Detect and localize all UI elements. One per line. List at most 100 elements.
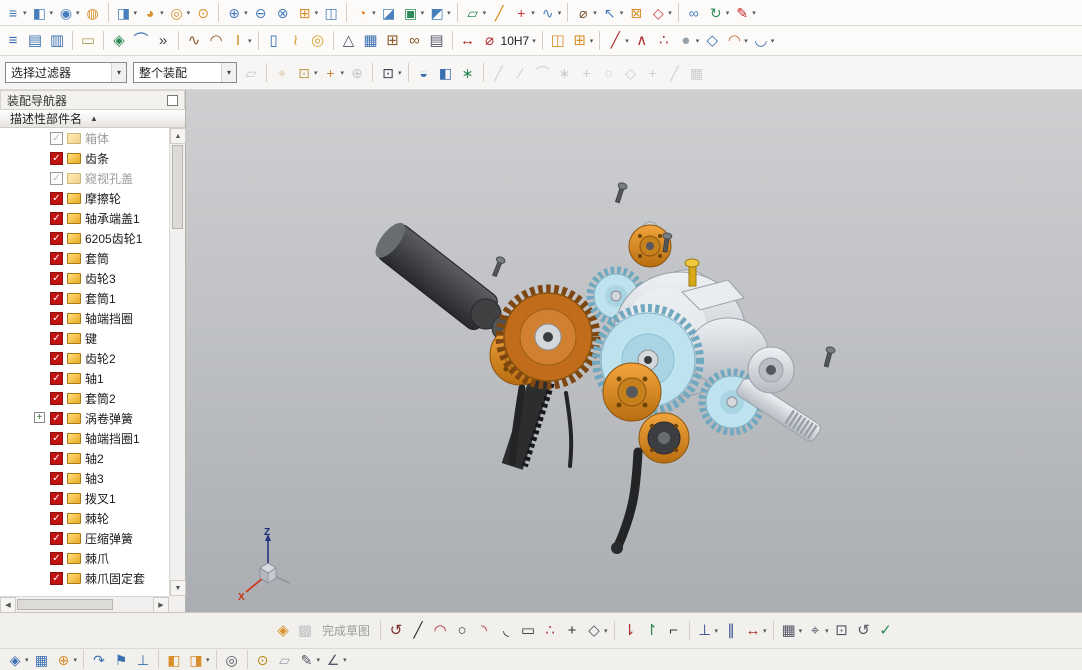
part-visibility-checkbox[interactable]: ✓ xyxy=(50,151,63,165)
revolve-icon[interactable]: ◕ ▾ xyxy=(139,2,166,24)
display-constraints-icon[interactable]: ▦ ▾ xyxy=(778,620,805,642)
part-visibility-checkbox[interactable]: ✓ xyxy=(50,291,63,305)
capsule-tool-icon[interactable]: ▯ xyxy=(263,30,285,52)
part-visibility-checkbox[interactable]: ✓ xyxy=(50,191,63,205)
cube-display-icon[interactable]: ◧ xyxy=(435,62,457,84)
geometric-constraints-icon[interactable]: ⊥ ▾ xyxy=(694,620,721,642)
pattern-feature-icon[interactable]: ⊞ ▾ xyxy=(294,2,321,24)
assembly-tree-row[interactable]: ✓ 轴端挡圈1 xyxy=(0,428,169,448)
line-tool-icon[interactable]: ╱ ▾ xyxy=(604,30,631,52)
vertical-scroll-thumb[interactable] xyxy=(172,145,183,229)
part-visibility-checkbox[interactable]: ✓ xyxy=(50,231,63,245)
assembly-tree-row[interactable]: ✓ 轴承端盖1 xyxy=(0,208,169,228)
arc-icon[interactable]: ◠ xyxy=(429,620,451,642)
part-visibility-checkbox[interactable]: ✓ xyxy=(50,451,63,465)
part-visibility-checkbox[interactable]: ✓ xyxy=(50,371,63,385)
assembly-tree-row[interactable]: ✓ 压缩弹簧 xyxy=(0,528,169,548)
mesh-grid-icon[interactable]: ▦ xyxy=(360,30,382,52)
burst-icon[interactable]: ∗ xyxy=(457,62,479,84)
assembly-tree-row[interactable]: ✓ 棘轮 xyxy=(0,508,169,528)
navigator-column-header[interactable]: 描述性部件名 ▲ xyxy=(0,110,185,128)
quick-extend-icon[interactable]: ↾ xyxy=(641,620,663,642)
dimension-marker-icon[interactable]: ↔ xyxy=(457,30,479,52)
alternate-solution-icon[interactable]: ↺ xyxy=(853,620,875,642)
assembly-tree-row[interactable]: ✓ 棘爪 xyxy=(0,548,169,568)
snap-plus-icon[interactable]: + ▾ xyxy=(320,62,347,84)
assembly-tree-row[interactable]: ✓ 齿条 xyxy=(0,148,169,168)
mirror-feature-icon[interactable]: ◫ xyxy=(320,2,342,24)
redo-arrow-icon[interactable]: ↷ xyxy=(88,650,110,670)
part-visibility-checkbox[interactable]: ✓ xyxy=(50,331,63,345)
chamfer-icon[interactable]: ◪ xyxy=(378,2,400,24)
assembly-tree-row[interactable]: ✓ 套筒2 xyxy=(0,388,169,408)
ring-tool-icon[interactable]: ◎ xyxy=(307,30,329,52)
fillet-icon[interactable]: ◝ xyxy=(473,620,495,642)
offset-curve-icon[interactable]: ◇ ▾ xyxy=(583,620,610,642)
text-tool-icon[interactable]: I ▾ xyxy=(227,30,254,52)
assembly-tree-row[interactable]: ✓ 套筒 xyxy=(0,248,169,268)
swept-icon[interactable]: ∿ ▾ xyxy=(537,2,564,24)
quick-trim-icon[interactable]: ⇂ xyxy=(619,620,641,642)
relief-tool-icon[interactable]: △ xyxy=(338,30,360,52)
spring-tool-icon[interactable]: ≀ xyxy=(285,30,307,52)
selection-filter-dropdown[interactable]: 选择过滤器 ▾ xyxy=(5,62,127,83)
horizontal-scroll-thumb[interactable] xyxy=(17,599,113,610)
pattern-table-icon[interactable]: ⊞ xyxy=(382,30,404,52)
finish-sketch-icon[interactable]: ◈ xyxy=(272,620,294,642)
cube-gold-icon[interactable]: ◨ ▾ xyxy=(185,650,212,670)
chevron-down-icon[interactable]: ▾ xyxy=(111,63,126,82)
assembly-scope-dropdown[interactable]: 整个装配 ▾ xyxy=(133,62,237,83)
part-visibility-checkbox[interactable]: ✓ xyxy=(50,411,63,425)
assembly-tree-row[interactable]: + ✓ 涡卷弹簧 xyxy=(0,408,169,428)
make-corner-icon[interactable]: ⌐ xyxy=(663,620,685,642)
snap-point-dropdown-icon[interactable]: ⊡ ▾ xyxy=(293,62,320,84)
sphere-feature-icon[interactable]: ◍ xyxy=(82,2,104,24)
shell-icon[interactable]: ▣ ▾ xyxy=(400,2,427,24)
assembly-tree-row[interactable]: ✓ 齿轮2 xyxy=(0,348,169,368)
isometric-box-icon[interactable]: ◇ xyxy=(701,30,723,52)
boolean-intersect-icon[interactable]: ⊗ xyxy=(272,2,294,24)
part-visibility-checkbox[interactable]: ✓ xyxy=(50,471,63,485)
assembly-tree-row[interactable]: ✓ 棘爪固定套 xyxy=(0,568,169,588)
part-visibility-checkbox[interactable]: ✓ xyxy=(50,551,63,565)
layer-category-icon[interactable]: ▥ xyxy=(46,30,68,52)
assembly-tree-row[interactable]: ✓ 轴2 xyxy=(0,448,169,468)
anchor-icon[interactable]: ⊥ xyxy=(132,650,154,670)
pattern-curve-icon[interactable]: ∴ xyxy=(539,620,561,642)
assembly-tree-row[interactable]: ✓ 齿轮3 xyxy=(0,268,169,288)
angle-icon[interactable]: ∠ ▾ xyxy=(322,650,349,670)
scroll-left-icon[interactable]: ◀ xyxy=(0,597,16,613)
part-visibility-checkbox[interactable]: ✓ xyxy=(50,391,63,405)
part-visibility-checkbox[interactable]: ✓ xyxy=(50,271,63,285)
horizontal-scrollbar[interactable]: ◀ ▶ xyxy=(0,596,169,613)
studio-spline-icon[interactable]: ∿ xyxy=(183,30,205,52)
offset-region-icon[interactable]: ⊠ xyxy=(625,2,647,24)
add-component-icon[interactable]: ⊞ ▾ xyxy=(569,30,596,52)
part-visibility-checkbox[interactable]: ✓ xyxy=(50,491,63,505)
measure-distance-icon[interactable]: ⌀ ▾ xyxy=(572,2,599,24)
part-visibility-checkbox[interactable]: ✓ xyxy=(50,211,63,225)
part-visibility-checkbox[interactable]: ✓ xyxy=(50,351,63,365)
assembly-tree-row[interactable]: ✓ 拨叉1 xyxy=(0,488,169,508)
assembly-tree-row[interactable]: ✓ 套筒1 xyxy=(0,288,169,308)
parallel-constraint-icon[interactable]: ∥ xyxy=(720,620,742,642)
assembly-tree-row[interactable]: ✓ 轴端挡圈 xyxy=(0,308,169,328)
polyline-tool-icon[interactable]: ∧ xyxy=(631,30,653,52)
rectangle-icon[interactable]: ▭ xyxy=(517,620,539,642)
scroll-down-icon[interactable]: ▼ xyxy=(170,580,186,596)
auto-constrain-icon[interactable]: ⌖ ▾ xyxy=(804,620,831,642)
assembly-tree-row[interactable]: ✓ 窥视孔盖 xyxy=(0,168,169,188)
part-visibility-checkbox[interactable]: ✓ xyxy=(50,251,63,265)
chevron-down-icon[interactable]: ▾ xyxy=(221,63,236,82)
window-cube-icon[interactable]: ◈ ▾ xyxy=(4,650,31,670)
edit-feature-icon[interactable]: ✎ ▾ xyxy=(731,2,758,24)
toolbar-overflow-icon[interactable]: » xyxy=(152,30,174,52)
line-icon[interactable]: ╱ xyxy=(407,620,429,642)
note-editor-icon[interactable]: ▭ xyxy=(77,30,99,52)
curve-mesh-icon[interactable]: ◡ ▾ xyxy=(750,30,777,52)
tolerance-dropdown[interactable]: ⌀ 10H7 ▾ xyxy=(479,30,538,52)
cylinder-feature-icon[interactable]: ◉ ▾ xyxy=(55,2,82,24)
layer-visible-in-view-icon[interactable]: ▤ xyxy=(24,30,46,52)
assembly-tree-row[interactable]: ✓ 轴3 xyxy=(0,468,169,488)
lock-icon[interactable]: ⊙ xyxy=(252,650,274,670)
